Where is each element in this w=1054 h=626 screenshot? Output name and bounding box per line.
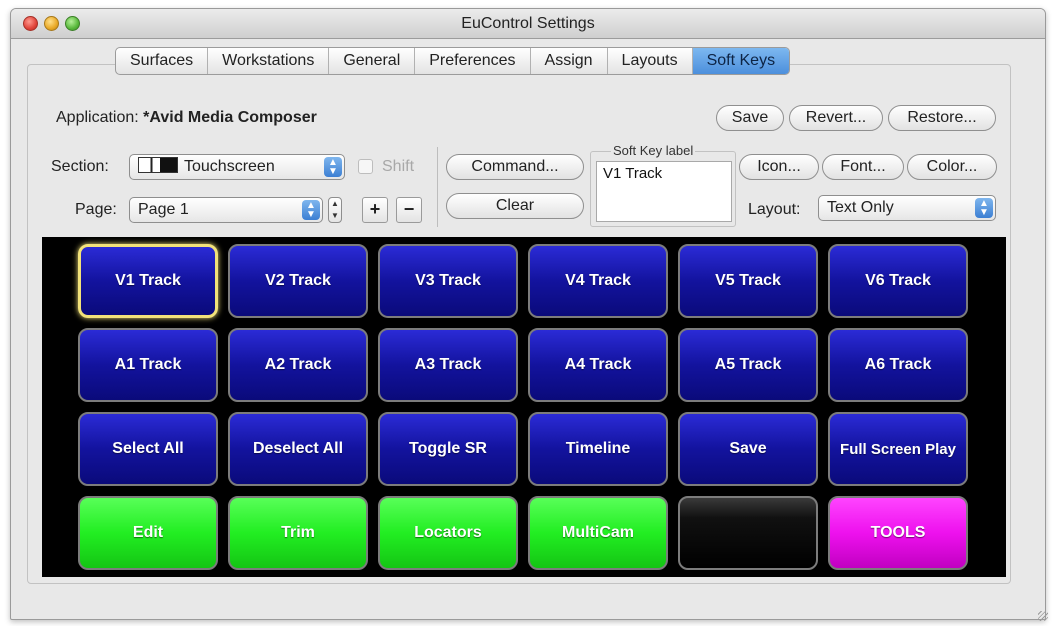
soft-key[interactable]: Toggle SR [378,412,518,486]
section-value: Touchscreen [184,158,275,175]
layout-value: Text Only [827,199,894,216]
soft-key-label-legend: Soft Key label [611,143,696,158]
title-bar[interactable]: EuControl Settings [11,9,1045,39]
application-label: Application: [56,109,139,126]
save-button[interactable]: Save [716,105,784,131]
select-arrows-icon: ▲ ▼ [324,157,342,177]
add-page-button[interactable]: + [362,197,388,223]
restore-button[interactable]: Restore... [888,105,996,131]
page-stepper[interactable]: ▲ ▼ [328,197,342,223]
soft-key[interactable]: A4 Track [528,328,668,402]
revert-button[interactable]: Revert... [789,105,883,131]
page-select[interactable]: Page 1 ▲ ▼ [129,197,323,223]
select-arrows-icon: ▲ ▼ [302,200,320,220]
soft-key[interactable]: Select All [78,412,218,486]
soft-key[interactable]: Timeline [528,412,668,486]
tab-layouts[interactable]: Layouts [608,48,693,74]
touchscreen-icon [138,157,178,173]
shift-label: Shift [382,158,415,175]
soft-key[interactable]: A1 Track [78,328,218,402]
page-value: Page 1 [138,201,189,218]
color-button[interactable]: Color... [907,154,997,180]
soft-key[interactable]: V4 Track [528,244,668,318]
layout-label: Layout: [748,201,801,218]
application-value: *Avid Media Composer [143,109,317,126]
section-select[interactable]: Touchscreen ▲ ▼ [129,154,345,180]
soft-key-empty[interactable] [678,496,818,570]
soft-key[interactable]: Deselect All [228,412,368,486]
soft-key[interactable]: V3 Track [378,244,518,318]
select-arrows-icon: ▲ ▼ [975,198,993,218]
page-label: Page: [75,201,117,218]
soft-key[interactable]: A3 Track [378,328,518,402]
icon-button[interactable]: Icon... [739,154,819,180]
divider [437,147,438,227]
soft-key[interactable]: TOOLS [828,496,968,570]
layout-select[interactable]: Text Only ▲ ▼ [818,195,996,221]
soft-key[interactable]: MultiCam [528,496,668,570]
soft-keys-grid: V1 Track V2 Track V3 Track V4 Track V5 T… [42,237,1006,577]
remove-page-button[interactable]: − [396,197,422,223]
section-label: Section: [51,158,109,175]
soft-key[interactable]: A6 Track [828,328,968,402]
soft-key[interactable]: V2 Track [228,244,368,318]
soft-key[interactable]: A5 Track [678,328,818,402]
soft-key[interactable]: Save [678,412,818,486]
tab-assign[interactable]: Assign [531,48,608,74]
soft-key[interactable]: V6 Track [828,244,968,318]
soft-key[interactable]: Locators [378,496,518,570]
soft-key[interactable]: V5 Track [678,244,818,318]
soft-key[interactable]: V1 Track [78,244,218,318]
soft-key[interactable]: Edit [78,496,218,570]
tab-workstations[interactable]: Workstations [208,48,330,74]
resize-grip-icon[interactable] [1038,611,1048,621]
soft-key[interactable]: Full Screen Play [828,412,968,486]
tab-general[interactable]: General [329,48,416,74]
soft-key[interactable]: A2 Track [228,328,368,402]
soft-key-label-input[interactable]: V1 Track [596,161,732,222]
shift-checkbox[interactable] [358,159,373,174]
tab-soft-keys[interactable]: Soft Keys [692,48,790,74]
font-button[interactable]: Font... [822,154,904,180]
clear-button[interactable]: Clear [446,193,584,219]
command-button[interactable]: Command... [446,154,584,180]
tab-bar: Surfaces Workstations General Preference… [115,47,791,75]
tab-surfaces[interactable]: Surfaces [116,48,209,74]
tab-preferences[interactable]: Preferences [415,48,531,74]
window-title: EuControl Settings [461,15,595,32]
soft-key[interactable]: Trim [228,496,368,570]
application-row: Application: *Avid Media Composer [56,109,317,127]
